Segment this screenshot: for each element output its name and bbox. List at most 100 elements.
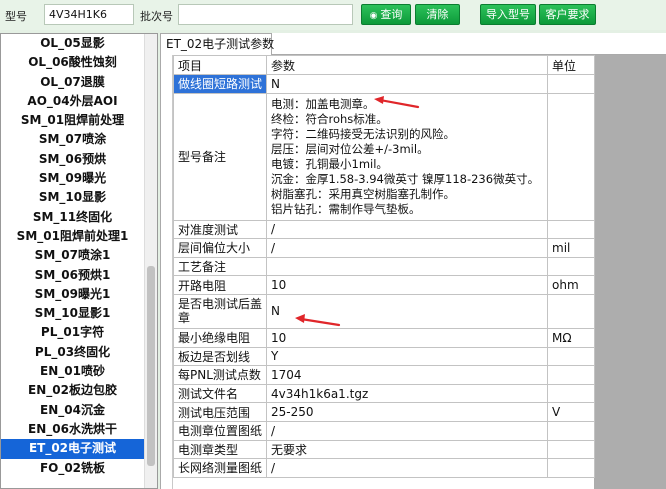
param-value-cell[interactable]: 10 <box>266 327 548 348</box>
process-list-item[interactable]: SM_07喷涂 <box>1 130 144 149</box>
table-row[interactable]: 工艺备注 <box>173 256 595 277</box>
clear-button[interactable]: 清除 <box>415 4 460 25</box>
param-unit-cell[interactable]: MΩ <box>547 327 595 348</box>
table-row[interactable]: 是否电测试后盖章 N <box>173 293 595 329</box>
param-value-cell[interactable]: N <box>266 74 548 94</box>
param-item-cell[interactable]: 对准度测试 <box>173 219 267 240</box>
param-value-cell[interactable]: 25-250 <box>266 402 548 422</box>
param-value-cell[interactable]: 电测：加盖电测章。 终检：符合rohs标准。 字符：二维码接受无法识别的风险。 层压：… <box>266 92 548 221</box>
table-row[interactable]: 层间偏位大小 / mil <box>173 238 595 258</box>
remark-line: 字符：二维码接受无法识别的风险。 <box>271 126 455 141</box>
table-row[interactable]: 开路电阻 10 ohm <box>173 275 595 295</box>
param-value-cell[interactable]: / <box>266 238 548 258</box>
param-item-cell[interactable]: 板边是否划线 <box>173 346 267 367</box>
process-list-item[interactable]: SM_10显影1 <box>1 304 144 323</box>
table-row[interactable]: 板边是否划线 Y <box>173 346 595 367</box>
process-list-item[interactable]: SM_01阻焊前处理1 <box>1 227 144 246</box>
table-row[interactable]: 最小绝缘电阻 10 MΩ <box>173 327 595 348</box>
param-value-cell[interactable]: Y <box>266 346 548 367</box>
param-value-cell[interactable]: / <box>266 420 548 441</box>
param-item-cell[interactable]: 每PNL测试点数 <box>173 365 267 385</box>
table-row[interactable]: 长网络测量图纸 / <box>173 458 595 478</box>
table-row[interactable]: 对准度测试 / <box>173 219 595 240</box>
param-item-cell[interactable]: 最小绝缘电阻 <box>173 327 267 348</box>
param-unit-cell[interactable] <box>547 293 595 329</box>
param-value-cell[interactable] <box>266 256 548 277</box>
model-input[interactable]: 4V34H1K6 <box>44 4 134 25</box>
batch-input[interactable] <box>178 4 353 25</box>
param-unit-cell[interactable] <box>547 256 595 277</box>
process-list-item[interactable]: SM_06预烘1 <box>1 266 144 285</box>
column-header-param[interactable]: 参数 <box>266 55 548 75</box>
param-item-cell[interactable]: 电测章位置图纸 <box>173 420 267 441</box>
param-value-cell[interactable]: 1704 <box>266 365 548 385</box>
param-item-cell[interactable]: 做线圈短路测试 <box>173 74 267 94</box>
process-list-item[interactable]: SM_09曝光 <box>1 169 144 188</box>
table-row[interactable]: 电测章类型 无要求 <box>173 439 595 460</box>
table-row[interactable]: 每PNL测试点数 1704 <box>173 365 595 385</box>
param-item-cell[interactable]: 型号备注 <box>173 92 267 221</box>
param-unit-cell[interactable] <box>547 420 595 441</box>
param-unit-cell[interactable]: mil <box>547 238 595 258</box>
customer-requirements-button-label: 客户要求 <box>545 8 590 21</box>
param-unit-cell[interactable] <box>547 74 595 94</box>
param-item-cell[interactable]: 测试文件名 <box>173 383 267 404</box>
param-unit-cell[interactable] <box>547 439 595 460</box>
process-list-item[interactable]: ET_02电子测试 <box>1 439 144 459</box>
process-list-item[interactable]: EN_04沉金 <box>1 401 144 420</box>
process-list-item[interactable]: EN_01喷砂 <box>1 362 144 381</box>
param-value-cell[interactable]: 4v34h1k6a1.tgz <box>266 383 548 404</box>
process-list-item[interactable]: SM_10显影 <box>1 188 144 207</box>
process-list-item[interactable]: SM_01阻焊前处理 <box>1 111 144 130</box>
process-list-item[interactable]: OL_05显影 <box>1 34 144 53</box>
process-list-scrollbar[interactable] <box>144 34 157 488</box>
param-value-cell[interactable]: / <box>266 458 548 478</box>
process-list-panel: OL_05显影 OL_06酸性蚀刻 OL_07退膜 AO_04外层AOI SM_01阻焊… <box>0 33 158 489</box>
scrollbar-thumb[interactable] <box>147 266 155 466</box>
process-list-item[interactable]: FO_02铣板 <box>1 459 144 478</box>
param-item-cell[interactable]: 工艺备注 <box>173 256 267 277</box>
param-unit-cell[interactable] <box>547 346 595 367</box>
process-list-item[interactable]: AO_04外层AOI <box>1 92 144 111</box>
param-item-cell[interactable]: 层间偏位大小 <box>173 238 267 258</box>
process-list-item[interactable]: EN_06水洗烘干 <box>1 420 144 439</box>
process-list-item[interactable]: SM_09曝光1 <box>1 285 144 304</box>
process-list-item[interactable]: PL_03终固化 <box>1 343 144 362</box>
table-row[interactable]: 型号备注 电测：加盖电测章。 终检：符合rohs标准。 字符：二维码接受无法识别的风险… <box>173 92 595 221</box>
remark-line: 铝片钻孔：需制作导气垫板。 <box>271 201 421 216</box>
param-unit-cell[interactable]: V <box>547 402 595 422</box>
process-list-item[interactable]: OL_06酸性蚀刻 <box>1 53 144 72</box>
param-item-cell[interactable]: 开路电阻 <box>173 275 267 295</box>
table-row[interactable]: 测试文件名 4v34h1k6a1.tgz <box>173 383 595 404</box>
param-unit-cell[interactable] <box>547 92 595 221</box>
param-value-cell[interactable]: 无要求 <box>266 439 548 460</box>
process-list-item[interactable]: EN_02板边包胶 <box>1 381 144 400</box>
table-row[interactable]: 测试电压范围 25-250 V <box>173 402 595 422</box>
param-unit-cell[interactable] <box>547 383 595 404</box>
column-header-unit[interactable]: 单位 <box>547 55 595 75</box>
process-list-item[interactable]: SM_11终固化 <box>1 208 144 227</box>
param-item-cell[interactable]: 测试电压范围 <box>173 402 267 422</box>
param-item-cell[interactable]: 是否电测试后盖章 <box>173 293 267 329</box>
process-list-item[interactable]: SM_07喷涂1 <box>1 246 144 265</box>
param-item-cell[interactable]: 长网络测量图纸 <box>173 458 267 478</box>
param-unit-cell[interactable]: ohm <box>547 275 595 295</box>
process-list[interactable]: OL_05显影 OL_06酸性蚀刻 OL_07退膜 AO_04外层AOI SM_01阻焊… <box>1 34 144 478</box>
param-unit-cell[interactable] <box>547 219 595 240</box>
param-item-cell[interactable]: 电测章类型 <box>173 439 267 460</box>
process-list-item[interactable]: OL_07退膜 <box>1 73 144 92</box>
table-row[interactable]: 电测章位置图纸 / <box>173 420 595 441</box>
param-value-cell[interactable]: 10 <box>266 275 548 295</box>
param-unit-cell[interactable] <box>547 458 595 478</box>
table-row[interactable]: 做线圈短路测试 N <box>173 74 595 94</box>
process-list-item[interactable]: SM_06预烘 <box>1 150 144 169</box>
query-button[interactable]: ◉ 查询 <box>361 4 411 25</box>
column-header-item[interactable]: 项目 <box>173 55 267 75</box>
process-list-item[interactable]: PL_01字符 <box>1 323 144 342</box>
tab-et02-params[interactable]: ET_02电子测试参数 <box>160 33 274 55</box>
customer-requirements-button[interactable]: 客户要求 <box>539 4 596 25</box>
param-value-cell[interactable]: / <box>266 219 548 240</box>
param-value-cell[interactable]: N <box>266 293 548 329</box>
import-model-button[interactable]: 导入型号 <box>480 4 536 25</box>
param-unit-cell[interactable] <box>547 365 595 385</box>
